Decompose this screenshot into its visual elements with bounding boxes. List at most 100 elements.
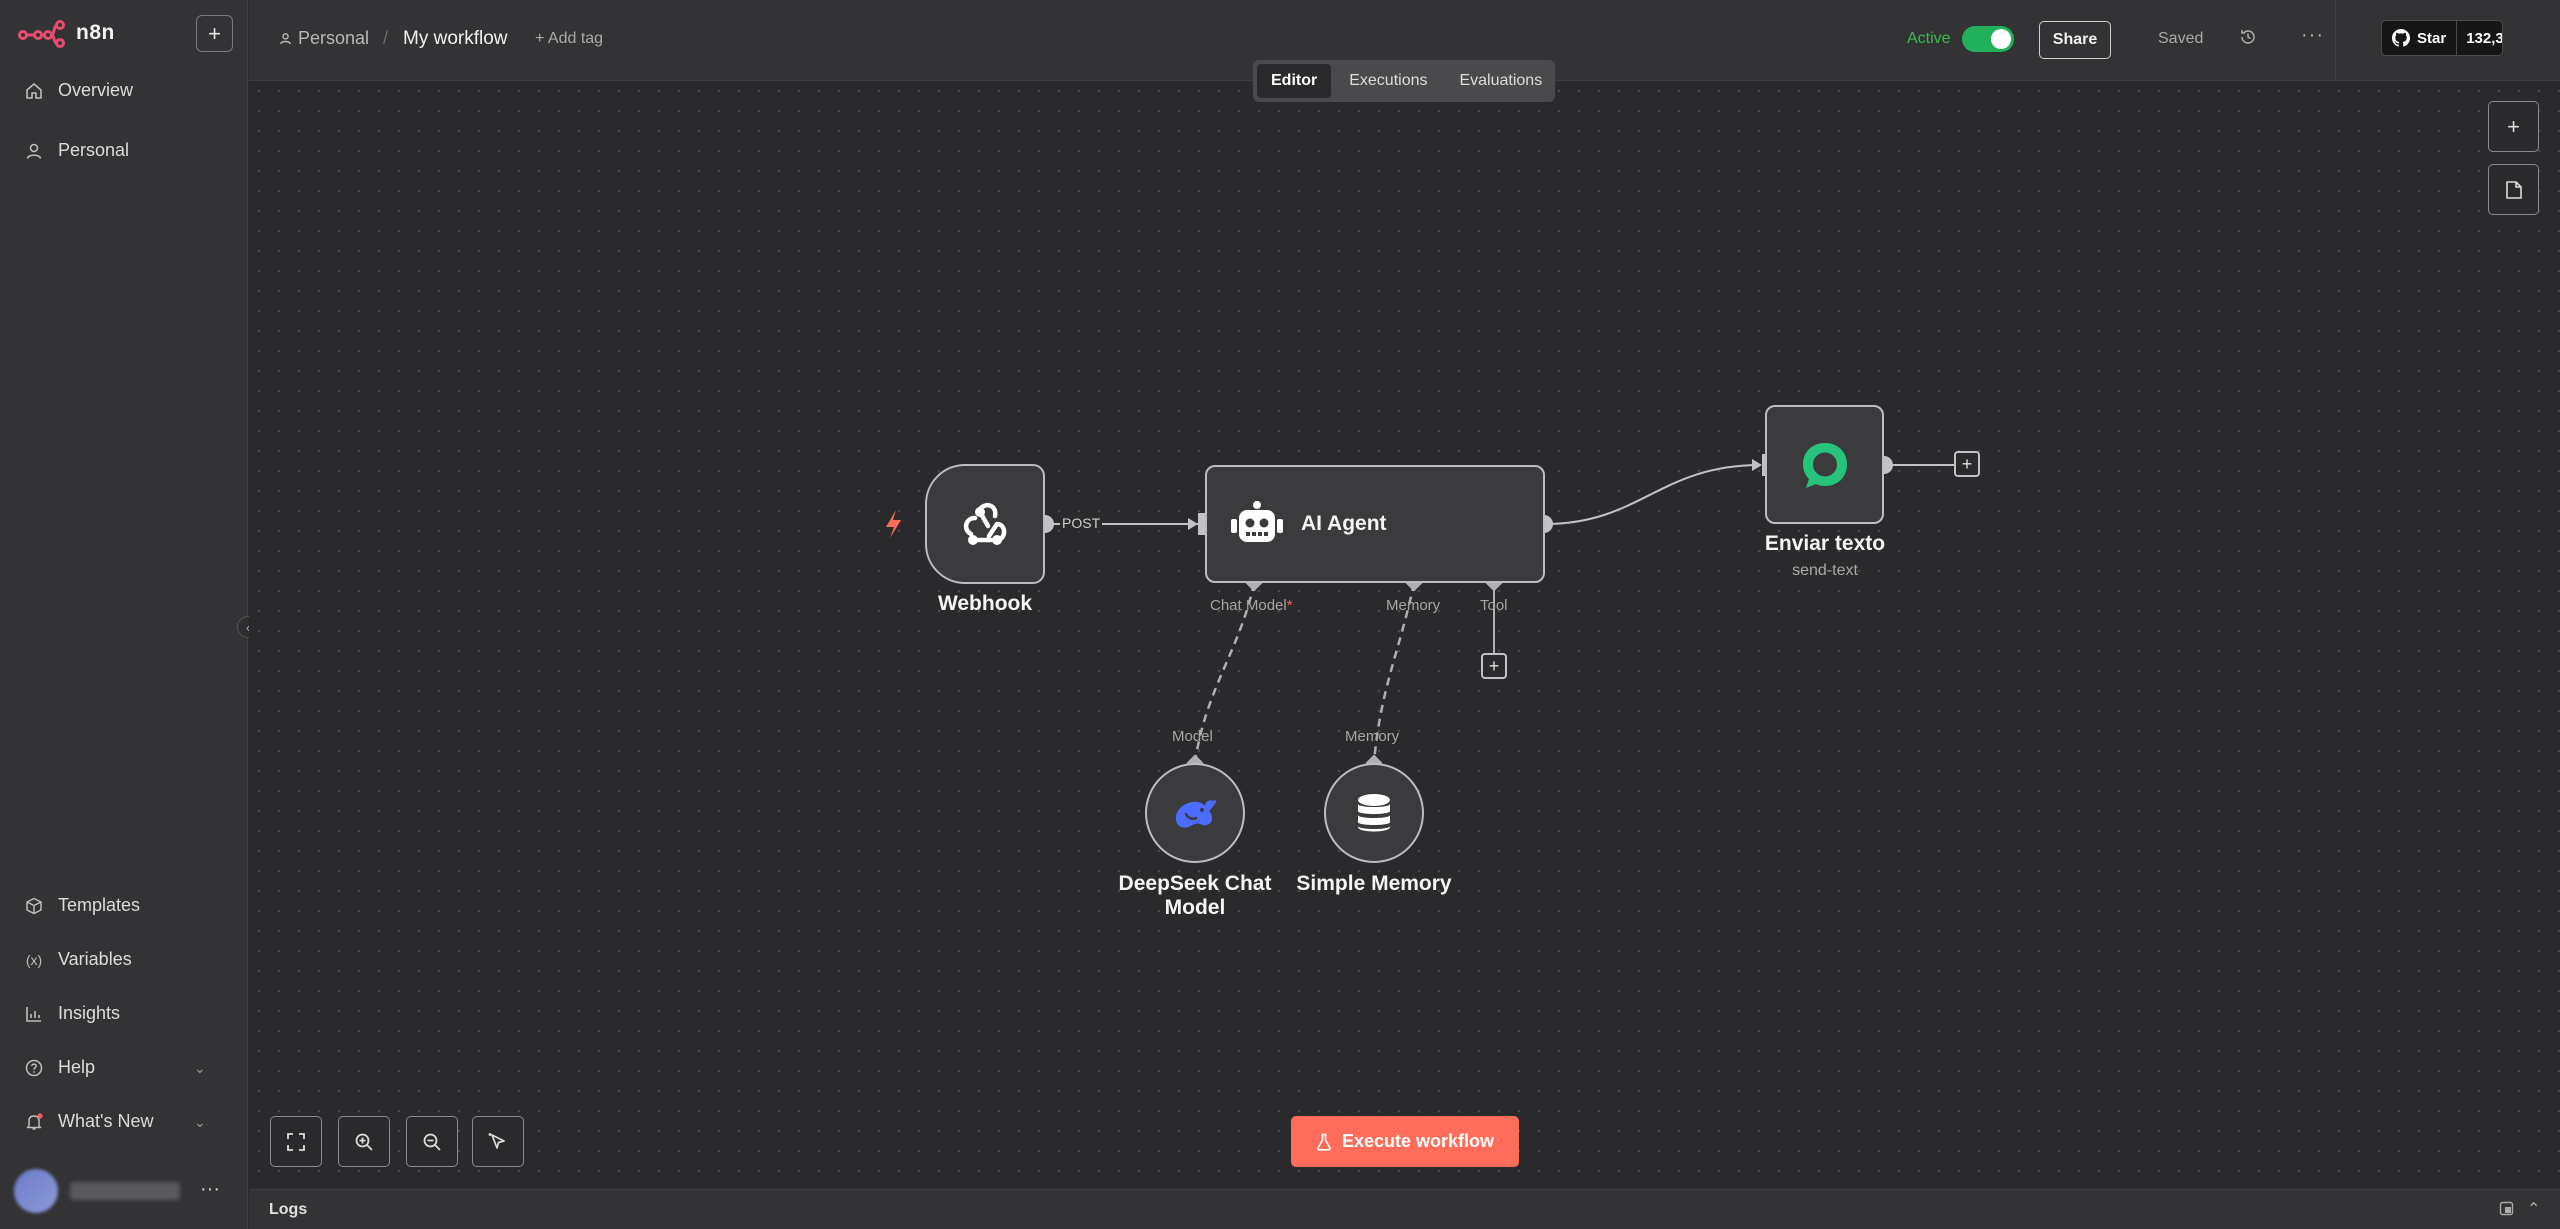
divider bbox=[2335, 0, 2336, 81]
fit-view-button[interactable] bbox=[270, 1116, 322, 1167]
port-label-chat-model: Chat Model* bbox=[1210, 597, 1293, 614]
port-label-tool: Tool bbox=[1480, 597, 1508, 614]
github-star-button[interactable]: Star 132,340 bbox=[2381, 20, 2503, 56]
required-mark: * bbox=[1286, 597, 1293, 614]
flask-icon bbox=[1317, 1133, 1331, 1151]
logs-panel-bar[interactable]: Logs ⌃ bbox=[249, 1189, 2560, 1229]
box-icon bbox=[24, 896, 44, 916]
node-label-ai-agent: AI Agent bbox=[1301, 512, 1387, 535]
node-ai-agent[interactable]: AI Agent bbox=[1205, 465, 1545, 583]
port-label-memory-input: Memory bbox=[1345, 728, 1400, 745]
node-deepseek-chat-model[interactable] bbox=[1145, 763, 1245, 863]
saved-status: Saved bbox=[2158, 30, 2204, 47]
variables-icon: (x) bbox=[25, 951, 43, 968]
user-icon bbox=[24, 141, 44, 161]
port-label-text: Chat Model bbox=[1210, 597, 1287, 614]
home-icon bbox=[24, 81, 44, 101]
sidebar-item-insights[interactable]: Insights bbox=[24, 1003, 120, 1024]
github-star-left: Star bbox=[2382, 21, 2458, 55]
tidy-up-button[interactable] bbox=[472, 1116, 524, 1167]
port-label-memory: Memory bbox=[1386, 597, 1441, 614]
logs-label: Logs bbox=[269, 1201, 308, 1218]
breadcrumb-separator: / bbox=[383, 28, 389, 48]
port-label-model: Model bbox=[1172, 728, 1213, 745]
breadcrumb-project[interactable]: Personal bbox=[279, 28, 369, 49]
node-enviar-texto[interactable] bbox=[1765, 405, 1884, 524]
history-icon[interactable] bbox=[2239, 28, 2257, 51]
zoom-out-icon bbox=[423, 1133, 441, 1151]
sticky-note-button[interactable] bbox=[2488, 164, 2539, 215]
brand-name: n8n bbox=[76, 21, 115, 44]
github-icon bbox=[2392, 29, 2410, 47]
node-label-deepseek: DeepSeek Chat Model bbox=[1095, 872, 1295, 920]
more-options-icon[interactable]: ··· bbox=[2301, 24, 2324, 47]
chevron-down-icon[interactable]: ⌄ bbox=[194, 1060, 206, 1077]
add-node-panel-button[interactable]: + bbox=[2488, 101, 2539, 152]
github-star-count: 132,340 bbox=[2466, 29, 2503, 47]
chat-bubble-icon bbox=[1802, 442, 1847, 488]
node-label-line: DeepSeek Chat bbox=[1118, 872, 1272, 895]
tab-editor[interactable]: Editor bbox=[1257, 64, 1332, 98]
sidebar-item-label: Help bbox=[58, 1057, 96, 1077]
pointer-sparkle-icon bbox=[488, 1132, 505, 1149]
active-toggle[interactable] bbox=[1962, 26, 2014, 52]
zoom-in-button[interactable] bbox=[338, 1116, 390, 1167]
n8n-logo-icon bbox=[18, 20, 65, 48]
node-sublabel-enviar-texto: send-text bbox=[1792, 562, 1858, 579]
add-node-button[interactable]: + bbox=[1954, 451, 1980, 477]
sidebar-item-label: Insights bbox=[58, 1003, 121, 1023]
sidebar: n8n + Overview Personal Templates (x) Va… bbox=[0, 0, 248, 1229]
execute-workflow-button[interactable]: Execute workflow bbox=[1291, 1116, 1519, 1167]
user-name-blurred bbox=[70, 1182, 180, 1200]
create-new-button[interactable]: + bbox=[196, 15, 233, 52]
more-options-icon[interactable]: ··· bbox=[200, 1178, 220, 1201]
sidebar-item-label: Overview bbox=[58, 80, 134, 100]
sidebar-item-label: Personal bbox=[58, 140, 130, 160]
webhook-output-label: POST bbox=[1060, 515, 1103, 531]
zoom-in-icon bbox=[355, 1133, 373, 1151]
sidebar-item-variables[interactable]: (x) Variables bbox=[24, 949, 132, 970]
avatar bbox=[14, 1169, 58, 1213]
execute-workflow-label: Execute workflow bbox=[1341, 1131, 1495, 1151]
zoom-out-button[interactable] bbox=[406, 1116, 458, 1167]
node-simple-memory[interactable] bbox=[1324, 763, 1424, 863]
sidebar-item-overview[interactable]: Overview bbox=[24, 80, 133, 101]
chevron-down-icon[interactable]: ⌄ bbox=[194, 1114, 206, 1131]
user-profile[interactable]: ··· bbox=[14, 1169, 234, 1213]
user-icon bbox=[280, 33, 291, 45]
note-icon bbox=[2505, 180, 2522, 199]
sidebar-item-label: Variables bbox=[58, 949, 132, 969]
workflow-canvas[interactable] bbox=[249, 81, 2560, 1189]
node-label-line: Model bbox=[1164, 896, 1226, 919]
robot-icon bbox=[1231, 501, 1283, 542]
node-label-enviar-texto: Enviar texto bbox=[1764, 532, 1886, 555]
chevron-up-icon[interactable]: ⌃ bbox=[2527, 1199, 2540, 1219]
sidebar-item-label: What's New bbox=[58, 1111, 154, 1131]
github-star-label: Star bbox=[2417, 29, 2447, 47]
sidebar-item-personal[interactable]: Personal bbox=[24, 140, 129, 161]
add-tag-button[interactable]: + Add tag bbox=[535, 30, 603, 48]
chart-icon bbox=[24, 1004, 44, 1024]
node-label-webhook: Webhook bbox=[937, 592, 1033, 615]
workflow-name[interactable]: My workflow bbox=[403, 28, 508, 50]
node-webhook[interactable] bbox=[925, 464, 1045, 584]
deepseek-whale-icon bbox=[1175, 800, 1217, 828]
share-button[interactable]: Share bbox=[2039, 21, 2111, 59]
sidebar-item-label: Templates bbox=[58, 895, 141, 915]
add-tool-button[interactable]: + bbox=[1481, 653, 1507, 679]
view-tabs: Editor Executions Evaluations bbox=[1253, 60, 1555, 102]
node-label-simple-memory: Simple Memory bbox=[1296, 872, 1452, 895]
help-icon bbox=[24, 1058, 44, 1078]
tab-executions[interactable]: Executions bbox=[1335, 64, 1441, 98]
tab-evaluations[interactable]: Evaluations bbox=[1445, 64, 1556, 98]
sidebar-item-templates[interactable]: Templates bbox=[24, 895, 140, 916]
brand-logo[interactable]: n8n bbox=[18, 18, 115, 48]
sidebar-item-whats-new[interactable]: What's New bbox=[24, 1111, 153, 1132]
sidebar-item-help[interactable]: Help bbox=[24, 1057, 95, 1078]
active-label: Active bbox=[1907, 30, 1951, 47]
database-icon bbox=[1358, 794, 1390, 832]
bell-icon bbox=[24, 1112, 44, 1132]
pop-out-icon[interactable] bbox=[2499, 1201, 2514, 1219]
breadcrumb-project-label: Personal bbox=[298, 28, 370, 48]
webhook-icon bbox=[963, 503, 1007, 545]
